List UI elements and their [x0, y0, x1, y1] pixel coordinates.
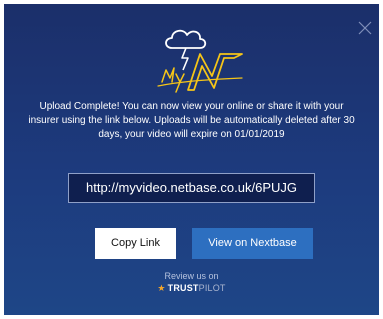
my-nextbase-cloud-logo — [157, 29, 243, 93]
close-icon[interactable] — [357, 20, 373, 36]
copy-link-button[interactable]: Copy Link — [95, 228, 176, 259]
video-link-field[interactable]: http://myvideo.netbase.co.uk/6PUJG — [68, 173, 315, 203]
trustpilot-link[interactable]: ★ TRUSTPILOT — [4, 283, 379, 294]
upload-complete-dialog: Upload Complete! You can now view your o… — [4, 4, 379, 315]
trustpilot-pilot-text: PILOT — [198, 283, 226, 293]
trustpilot-star-icon: ★ — [157, 283, 166, 293]
view-on-nextbase-button[interactable]: View on Nextbase — [192, 228, 313, 259]
review-us-label: Review us on — [164, 271, 219, 281]
trustpilot-trust-text: TRUST — [167, 283, 199, 293]
upload-complete-message: Upload Complete! You can now view your o… — [28, 101, 355, 140]
